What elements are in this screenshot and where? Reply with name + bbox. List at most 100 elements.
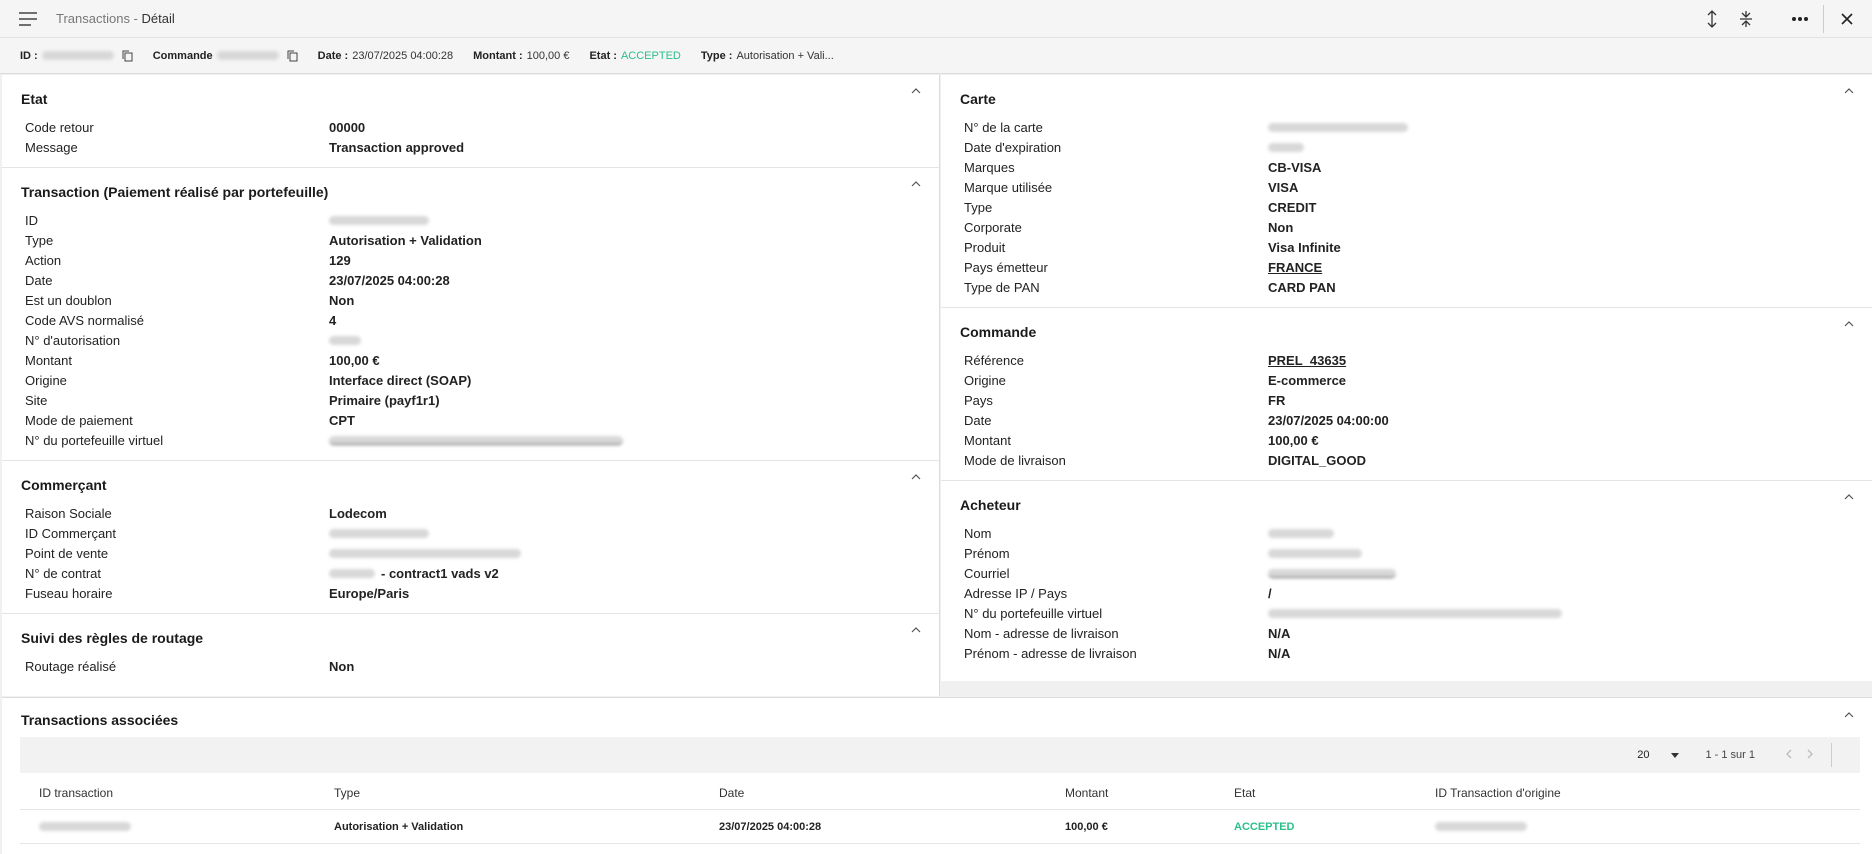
detail-row: Montant 100,00 €	[2, 350, 939, 370]
menu-button[interactable]	[0, 0, 56, 38]
detail-row: Marques CB-VISA	[941, 157, 1872, 177]
section-commande-title: Commande	[960, 324, 1037, 340]
row-value: Transaction approved	[329, 139, 465, 155]
row-label: Site	[25, 392, 48, 408]
section-acheteur-rows: Nom Prénom Courriel Adresse IP / Pays / N…	[941, 523, 1872, 663]
detail-row: Mode de paiement CPT	[2, 410, 939, 430]
row-value: Non	[1268, 219, 1294, 235]
expiry-date-redacted	[1268, 142, 1304, 152]
chevron-up-icon[interactable]	[911, 474, 921, 480]
detail-row: Fuseau horaire Europe/Paris	[2, 583, 939, 603]
row-label: Date	[25, 272, 53, 288]
row-value: Primaire (payf1r1)	[329, 392, 440, 408]
row-value: 00000	[329, 119, 366, 135]
contract-number-redacted	[329, 568, 375, 578]
chevron-up-icon[interactable]	[911, 88, 921, 94]
row-value: VISA	[1268, 179, 1299, 195]
column-header[interactable]: Date	[719, 786, 1065, 800]
detail-row: N° d'autorisation	[2, 330, 939, 350]
chevron-right-icon	[1807, 749, 1813, 758]
row-label: Marques	[964, 159, 1015, 175]
summary-type-value: Autorisation + Vali...	[736, 49, 834, 62]
previous-page-button[interactable]	[1777, 749, 1799, 762]
hamburger-icon	[19, 11, 37, 26]
chevron-up-icon[interactable]	[1844, 712, 1854, 718]
row-label: Code AVS normalisé	[25, 312, 144, 328]
row-value: CPT	[329, 412, 355, 428]
chevron-up-icon[interactable]	[1844, 321, 1854, 327]
section-routage-title: Suivi des règles de routage	[21, 630, 204, 646]
chevron-up-icon[interactable]	[911, 627, 921, 633]
column-header[interactable]: Type	[334, 786, 719, 800]
column-header[interactable]: Montant	[1065, 786, 1234, 800]
issuer-country-link[interactable]: FRANCE	[1268, 260, 1322, 275]
column-header[interactable]: ID transaction	[20, 786, 334, 800]
summary-etat-label: Etat :	[589, 49, 617, 62]
row-value: Interface direct (SOAP)	[329, 372, 472, 388]
detail-row: Point de vente	[2, 543, 939, 563]
row-label: N° de la carte	[964, 119, 1043, 135]
detail-row: Type de PAN CARD PAN	[941, 277, 1872, 297]
section-associated-transactions: Transactions associées 20 1 - 1 sur 1 ID…	[2, 697, 1872, 854]
copy-icon[interactable]	[122, 50, 133, 62]
summary-id: ID :	[20, 50, 133, 62]
detail-row: ID	[2, 210, 939, 230]
row-value: 100,00 €	[329, 352, 380, 368]
section-transaction-rows: ID Type Autorisation + Validation Action 1…	[2, 210, 939, 450]
buyer-email-link-redacted[interactable]	[1268, 568, 1396, 578]
collapse-all-button[interactable]	[1729, 0, 1763, 38]
table-header: ID transaction Type Date Montant Etat ID…	[20, 776, 1860, 810]
section-commande: Commande Référence PREL_43635 Origine E-co…	[941, 308, 1872, 481]
summary-commande: Commande	[153, 50, 298, 62]
detail-row: Date 23/07/2025 04:00:00	[941, 410, 1872, 430]
expand-all-button[interactable]	[1695, 0, 1729, 38]
copy-icon[interactable]	[287, 50, 298, 62]
more-options-button[interactable]	[1783, 0, 1817, 38]
chevron-up-icon[interactable]	[1844, 88, 1854, 94]
wallet-number-link-redacted[interactable]	[329, 435, 623, 445]
next-page-button[interactable]	[1799, 749, 1821, 762]
top-bar: Transactions - Détail	[0, 0, 1872, 38]
merchant-id-redacted	[329, 528, 429, 538]
row-value: Lodecom	[329, 505, 387, 521]
page-count: 1 - 1 sur 1	[1705, 749, 1755, 761]
section-etat-rows: Code retour 00000 Message Transaction appr…	[2, 117, 939, 157]
caret-down-icon	[1671, 752, 1680, 758]
cell-type: Autorisation + Validation	[334, 820, 464, 833]
section-commande-rows: Référence PREL_43635 Origine E-commerce Pa…	[941, 350, 1872, 470]
row-value: - contract1 vads v2	[381, 565, 499, 581]
column-header[interactable]: Etat	[1234, 786, 1435, 800]
expand-vertical-icon	[1707, 10, 1717, 28]
chevron-up-icon[interactable]	[1844, 494, 1854, 500]
row-label: Montant	[964, 432, 1011, 448]
close-button[interactable]	[1830, 0, 1864, 38]
summary-montant-value: 100,00 €	[526, 49, 570, 62]
detail-row: ID Commerçant	[2, 523, 939, 543]
order-reference-link[interactable]: PREL_43635	[1268, 353, 1346, 368]
row-label: Type	[25, 232, 54, 248]
detail-row: N° du portefeuille virtuel	[941, 603, 1872, 623]
detail-row: Origine E-commerce	[941, 370, 1872, 390]
detail-row: Site Primaire (payf1r1)	[2, 390, 939, 410]
table-row[interactable]: Autorisation + Validation 23/07/2025 04:…	[20, 810, 1860, 844]
summary-id-label: ID :	[20, 49, 38, 62]
detail-row: Nom - adresse de livraison N/A	[941, 623, 1872, 643]
detail-row: Corporate Non	[941, 217, 1872, 237]
cell-origine	[1435, 821, 1735, 833]
authorization-number-redacted	[329, 335, 361, 345]
cell-montant: 100,00 €	[1065, 820, 1108, 833]
detail-row: Message Transaction approved	[2, 137, 939, 157]
row-label: Type	[964, 199, 993, 215]
summary-etat-value: ACCEPTED	[620, 49, 681, 62]
transaction-id-redacted	[329, 215, 429, 225]
column-header[interactable]: ID Transaction d'origine	[1435, 786, 1735, 800]
row-label: Montant	[25, 352, 72, 368]
row-label: Pays émetteur	[964, 259, 1048, 275]
row-label: Référence	[964, 352, 1024, 368]
chevron-up-icon[interactable]	[911, 181, 921, 187]
row-value: Europe/Paris	[329, 585, 410, 601]
page-size-select[interactable]: 20	[1637, 749, 1680, 761]
row-label: Origine	[964, 372, 1006, 388]
detail-row: N° du portefeuille virtuel	[2, 430, 939, 450]
row-value: Non	[329, 292, 355, 308]
